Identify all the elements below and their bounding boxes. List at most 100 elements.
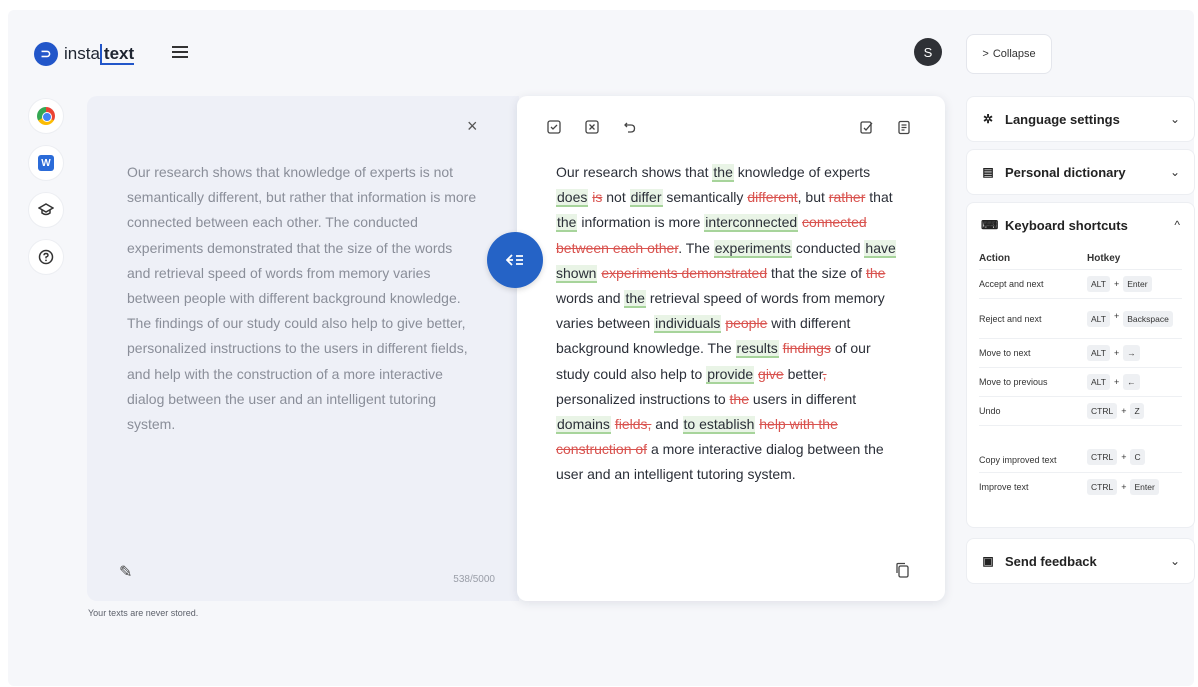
shortcut-keys: ALT + ←	[1087, 374, 1140, 390]
copy-text-button[interactable]	[895, 562, 910, 582]
suggested-deletion[interactable]: rather	[829, 189, 866, 205]
suggested-deletion[interactable]: the	[730, 391, 749, 407]
accept-all-button[interactable]	[545, 118, 563, 136]
shortcut-row: Undo CTRL + Z	[979, 396, 1182, 425]
suggested-deletion[interactable]: experiments demonstrated	[601, 265, 767, 281]
user-avatar[interactable]: S	[914, 38, 942, 66]
suggested-insertion[interactable]: differ	[629, 189, 663, 208]
word-icon: W	[38, 155, 54, 171]
academy-button[interactable]	[28, 192, 64, 228]
send-feedback-panel: ▣ Send feedback ⌄	[966, 538, 1195, 584]
suggested-insertion[interactable]: the	[712, 164, 734, 182]
keyboard-shortcuts-toggle[interactable]: ⌨ Keyboard shortcuts ^	[967, 203, 1194, 247]
shortcut-keys: ALT + →	[1087, 345, 1140, 361]
suggested-deletion[interactable]: different	[747, 189, 797, 205]
suggested-deletion[interactable]: the	[866, 265, 885, 281]
plus-separator: +	[1121, 406, 1127, 416]
suggested-insertion[interactable]: provide	[706, 365, 755, 384]
chevron-down-icon: ⌄	[1169, 112, 1180, 126]
input-text-area[interactable]: Our research shows that knowledge of exp…	[127, 160, 477, 437]
text-segment: semantically	[662, 189, 748, 206]
shortcut-row: Move to previous ALT + ←	[979, 367, 1182, 396]
suggested-deletion[interactable]: fields,	[615, 416, 652, 432]
shortcut-row: Copy improved text CTRL + C	[979, 425, 1182, 472]
hotkey-badge: CTRL	[1087, 449, 1118, 465]
clear-text-icon[interactable]: ×	[467, 116, 478, 137]
improved-text-output[interactable]: Our research shows that the knowledge of…	[556, 160, 906, 488]
keyboard-shortcuts-panel: ⌨ Keyboard shortcuts ^ Action Hotkey Acc…	[966, 202, 1195, 528]
keyboard-shortcuts-label: Keyboard shortcuts	[1005, 217, 1128, 233]
plus-separator: +	[1113, 279, 1120, 289]
shortcut-action: Move to next	[979, 348, 1031, 358]
feedback-icon: ▣	[982, 554, 994, 568]
text-segment: personalized instructions to	[556, 390, 730, 407]
chevron-up-icon: ^	[1174, 218, 1180, 232]
shortcut-action: Accept and next	[979, 279, 1044, 289]
text-segment: users in different	[749, 390, 857, 407]
hotkey-badge: ←	[1123, 374, 1140, 390]
suggested-insertion[interactable]: the	[556, 214, 578, 233]
word-addin-button[interactable]: W	[28, 145, 64, 181]
text-segment: knowledge of experts	[733, 164, 871, 180]
app-logo[interactable]: ⊃ insta text	[34, 42, 135, 66]
suggested-insertion[interactable]: does	[556, 189, 589, 208]
suggested-deletion[interactable]: is	[592, 189, 602, 205]
hotkey-badge: CTRL	[1087, 479, 1118, 495]
text-segment: and	[651, 416, 683, 433]
suggested-insertion[interactable]: experiments	[713, 239, 793, 258]
suggested-deletion[interactable]: give	[758, 366, 784, 382]
suggested-deletion[interactable]: people	[725, 315, 767, 331]
shortcut-action: Undo	[979, 406, 1001, 416]
suggested-insertion[interactable]: interconnected	[704, 214, 799, 233]
suggested-insertion[interactable]: individuals	[654, 315, 722, 334]
document-check-icon	[859, 120, 872, 134]
send-feedback-label: Send feedback	[1005, 553, 1097, 569]
hotkey-badge: CTRL	[1087, 403, 1118, 419]
graduation-cap-icon	[38, 203, 54, 216]
hotkey-badge: Enter	[1130, 479, 1159, 495]
shortcut-row: Accept and next ALT + Enter	[979, 269, 1182, 298]
chevron-down-icon: ⌄	[1169, 554, 1180, 568]
compare-button[interactable]	[857, 118, 875, 136]
suggested-insertion[interactable]: to establish	[682, 416, 756, 435]
input-panel: × Our research shows that knowledge of e…	[87, 96, 519, 601]
plus-separator: +	[1121, 482, 1127, 492]
plus-separator: +	[1113, 348, 1120, 358]
help-button[interactable]	[28, 239, 64, 275]
hotkey-badge: ALT	[1087, 345, 1110, 361]
undo-button[interactable]	[621, 118, 639, 136]
language-settings-toggle[interactable]: ✲ Language settings ⌄	[967, 97, 1194, 141]
text-segment: that	[865, 189, 893, 206]
document-view-button[interactable]	[895, 118, 913, 136]
keyboard-icon: ⌨	[981, 218, 999, 232]
shortcut-keys: CTRL + C	[1087, 449, 1145, 465]
edit-pencil-icon[interactable]: ✎	[119, 562, 132, 582]
chrome-icon	[37, 107, 55, 125]
privacy-note: Your texts are never stored.	[88, 608, 199, 618]
personal-dictionary-panel: ▤ Personal dictionary ⌄	[966, 149, 1195, 195]
personal-dictionary-toggle[interactable]: ▤ Personal dictionary ⌄	[967, 150, 1194, 194]
apply-suggestions-button[interactable]	[487, 232, 543, 288]
suggested-deletion[interactable]: findings	[783, 340, 831, 356]
undo-icon	[624, 122, 636, 133]
action-column-header: Action	[979, 252, 1011, 264]
chrome-extension-button[interactable]	[28, 98, 64, 134]
suggested-insertion[interactable]: domains	[556, 416, 611, 435]
text-segment: Our research shows that	[556, 164, 713, 180]
shortcut-action: Reject and next	[979, 313, 1042, 324]
chevron-right-icon: >	[982, 48, 989, 60]
send-feedback-toggle[interactable]: ▣ Send feedback ⌄	[967, 539, 1194, 583]
suggested-insertion[interactable]: results	[735, 340, 779, 359]
reject-all-button[interactable]	[583, 118, 601, 136]
shortcut-keys: ALT + Enter	[1087, 276, 1152, 292]
shortcut-keys: CTRL + Z	[1087, 403, 1144, 419]
hotkey-badge: ALT	[1087, 374, 1110, 390]
collapse-button[interactable]: > Collapse	[966, 34, 1052, 74]
hamburger-menu-icon[interactable]	[172, 46, 188, 60]
suggested-deletion[interactable]: ,	[823, 366, 827, 382]
output-panel: Our research shows that the knowledge of…	[517, 96, 945, 601]
document-lines-icon	[898, 120, 910, 134]
hotkey-badge: Z	[1130, 403, 1144, 419]
text-segment: conducted	[792, 239, 865, 256]
suggested-insertion[interactable]: the	[624, 290, 646, 309]
